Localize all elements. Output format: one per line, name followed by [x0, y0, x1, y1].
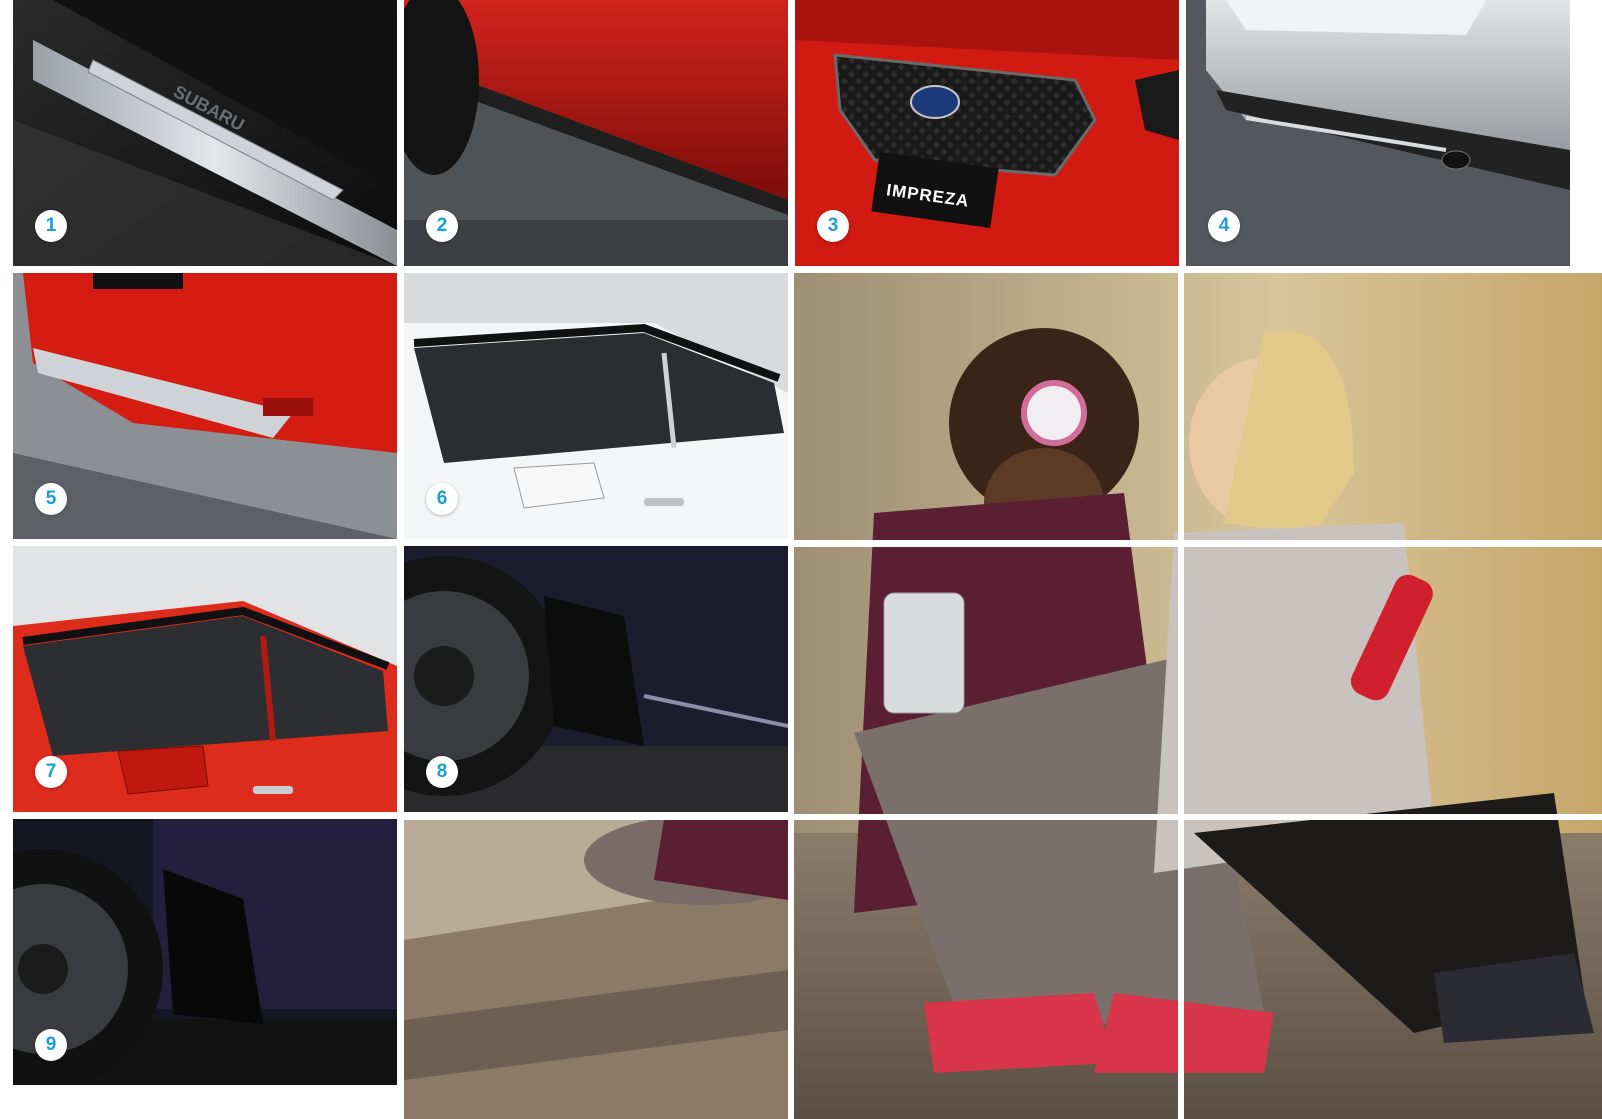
tile-number-badge: 5 — [35, 483, 67, 515]
tile-number-badge: 9 — [35, 1029, 67, 1061]
lifestyle-photo-curb — [404, 820, 788, 1119]
separator-vertical — [1178, 273, 1184, 1119]
tile-number-badge: 6 — [426, 483, 458, 515]
tile-visor-white[interactable]: 6 — [404, 273, 788, 539]
tile-number-badge: 8 — [426, 756, 458, 788]
tile-number-badge: 4 — [1208, 210, 1240, 242]
mud-guard-front-photo — [404, 546, 788, 812]
rear-skirt-photo — [13, 273, 397, 539]
visor-red-photo — [13, 546, 397, 812]
tile-visor-red[interactable]: 7 — [13, 546, 397, 812]
visor-white-photo — [404, 273, 788, 539]
tile-number-badge: 7 — [35, 756, 67, 788]
tile-front-grille[interactable]: IMPREZA 3 — [795, 0, 1179, 266]
tile-number-badge: 3 — [817, 210, 849, 242]
tile-number-badge: 2 — [426, 210, 458, 242]
tile-mud-guard-rear[interactable]: 9 — [13, 819, 397, 1085]
tile-number-badge: 1 — [35, 210, 67, 242]
lifestyle-photo-main — [794, 273, 1602, 1119]
tile-side-skirt[interactable]: 2 — [404, 0, 788, 266]
separator-horizontal — [794, 540, 1602, 547]
separator-vertical — [788, 820, 794, 1119]
door-sill-photo: SUBARU — [13, 0, 397, 266]
rear-bumper-photo — [1186, 0, 1570, 266]
runners-photo — [794, 273, 1602, 1119]
side-skirt-photo — [404, 0, 788, 266]
front-grille-photo: IMPREZA — [795, 0, 1179, 266]
tile-rear-skirt[interactable]: 5 — [13, 273, 397, 539]
mud-guard-rear-photo — [13, 819, 397, 1085]
curb-photo — [404, 820, 788, 1119]
tile-rear-bumper[interactable]: 4 — [1186, 0, 1570, 266]
tile-mud-guard-front[interactable]: 8 — [404, 546, 788, 812]
tile-door-sill[interactable]: SUBARU 1 — [13, 0, 397, 266]
separator-horizontal — [404, 814, 1602, 820]
